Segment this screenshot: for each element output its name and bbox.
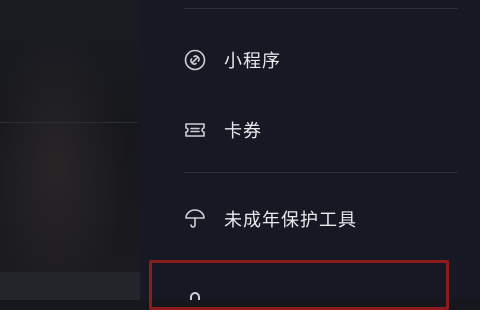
highlighted-menu-item[interactable] bbox=[149, 260, 449, 310]
background-content bbox=[0, 0, 140, 300]
menu-item-label: 小程序 bbox=[224, 51, 281, 72]
menu-item-mini-program[interactable]: 小程序 bbox=[184, 43, 454, 77]
menu-item-coupons[interactable]: 卡券 bbox=[184, 113, 454, 147]
background-bottom-panel bbox=[0, 272, 140, 300]
menu-divider bbox=[184, 172, 458, 173]
menu-divider bbox=[184, 8, 458, 9]
ticket-icon bbox=[184, 119, 206, 141]
menu-item-label: 卡券 bbox=[224, 121, 262, 142]
menu-item-label: 未成年保护工具 bbox=[224, 210, 357, 231]
menu-item-minor-protection[interactable]: 未成年保护工具 bbox=[184, 202, 454, 236]
partial-menu-icon bbox=[190, 292, 200, 300]
background-divider bbox=[0, 122, 138, 123]
link-chain-icon bbox=[184, 49, 206, 71]
umbrella-icon bbox=[184, 208, 206, 230]
